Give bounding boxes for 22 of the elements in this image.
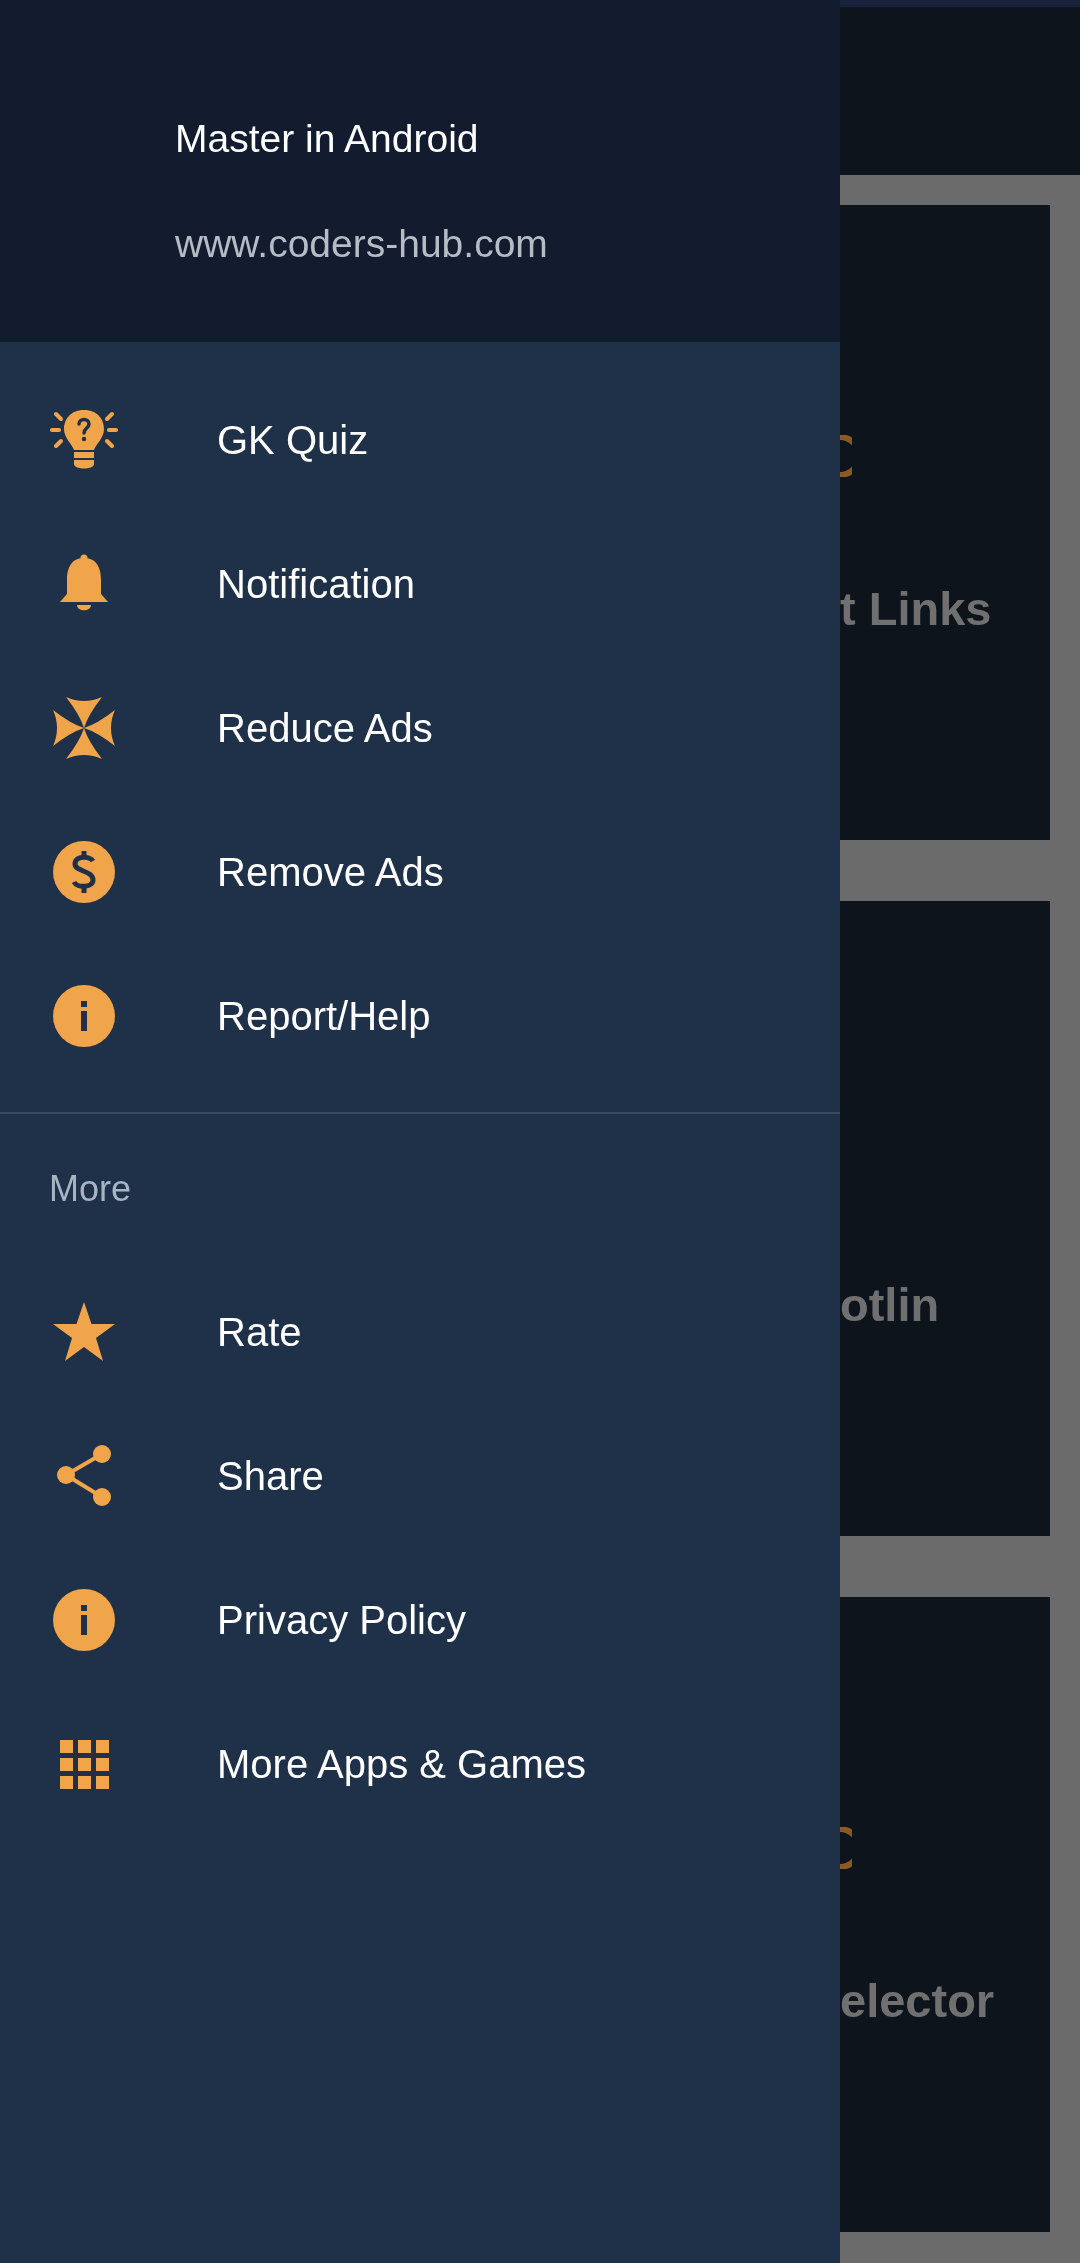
cross-icon [53, 697, 115, 759]
menu-item[interactable]: Share [0, 1404, 840, 1548]
menu-item[interactable]: Privacy Policy [0, 1548, 840, 1692]
menu-item[interactable]: Reduce Ads [0, 656, 840, 800]
share-icon [56, 1445, 112, 1507]
info-icon [53, 985, 115, 1047]
info-icon [53, 1589, 115, 1651]
card-title: otlin [840, 1281, 941, 1328]
menu-item[interactable]: Rate [0, 1260, 840, 1404]
menu-item[interactable]: Remove Ads [0, 800, 840, 944]
website-url: www.coders-hub.com [175, 221, 549, 267]
section-heading: More [48, 1167, 133, 1211]
menu-item[interactable]: GK Quiz [0, 368, 840, 512]
card-title: t Links [840, 585, 993, 632]
menu-item[interactable]: More Apps & Games [0, 1692, 840, 1836]
dollar-icon [53, 841, 115, 903]
card-title: elector [840, 1977, 996, 2024]
menu-item[interactable]: Notification [0, 512, 840, 656]
grid-icon [59, 1739, 109, 1789]
menu-item[interactable]: Report/Help [0, 944, 840, 1088]
star-icon [53, 1302, 115, 1362]
app-title: Master in Android [175, 116, 480, 162]
